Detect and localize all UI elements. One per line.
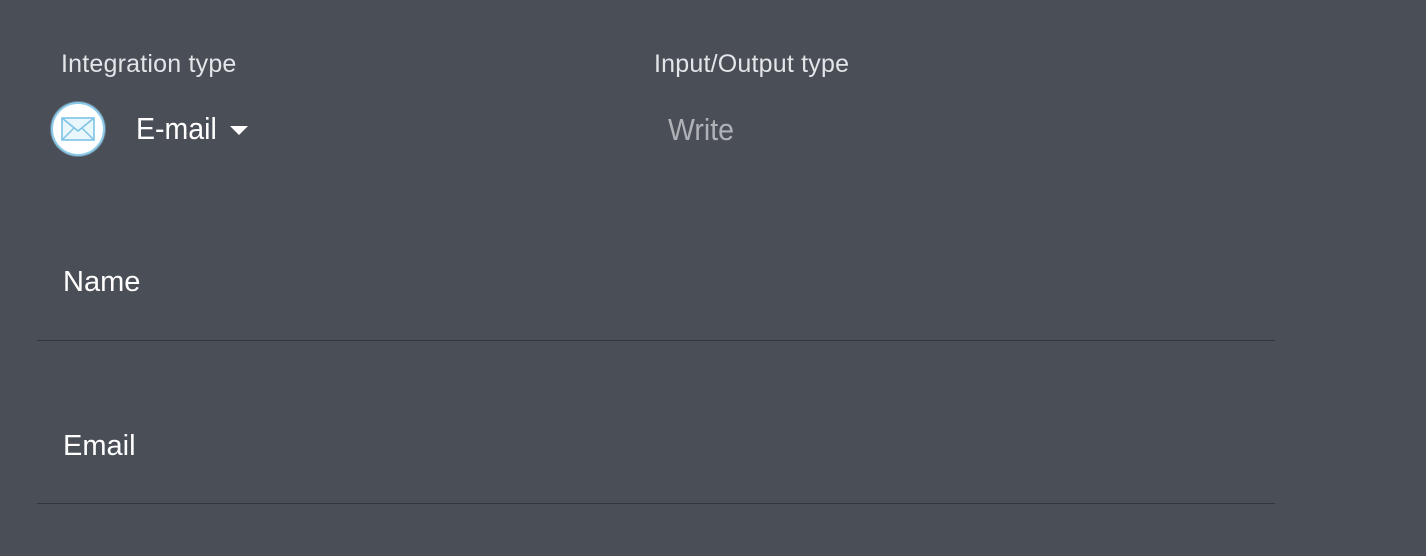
integration-type-value: E-mail — [136, 111, 217, 146]
name-field[interactable]: Name — [37, 262, 1279, 342]
name-input[interactable] — [37, 262, 1279, 342]
caret-down-icon — [229, 125, 248, 135]
integration-type-label: Integration type — [61, 50, 237, 78]
io-type-value: Write — [668, 112, 735, 147]
email-field[interactable]: Email — [37, 426, 1279, 505]
integration-form: Integration type Input/Output type E-mai… — [0, 0, 1426, 556]
integration-type-dropdown[interactable]: E-mail — [51, 100, 248, 158]
email-envelope-icon — [51, 102, 105, 156]
io-type-label: Input/Output type — [654, 50, 850, 78]
email-input[interactable] — [37, 426, 1279, 505]
